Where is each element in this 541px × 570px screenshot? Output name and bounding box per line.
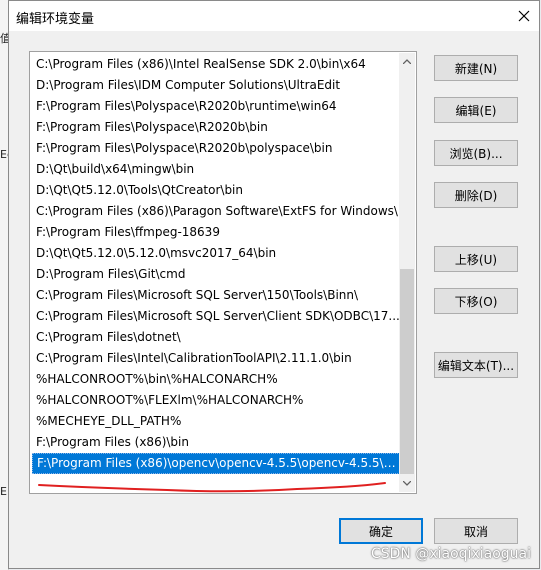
vertical-scrollbar[interactable] [399, 53, 415, 492]
path-listbox[interactable]: C:\Program Files (x86)\Intel RealSense S… [29, 51, 417, 494]
list-item[interactable]: F:\Program Files\Polyspace\R2020b\bin [32, 117, 400, 138]
scroll-down-button[interactable] [399, 475, 415, 492]
list-item[interactable]: C:\Program Files\Intel\CalibrationToolAP… [32, 348, 400, 369]
list-item[interactable]: D:\Program Files\Git\cmd [32, 264, 400, 285]
list-item[interactable]: %HALCONROOT%\FLEXlm\%HALCONARCH% [32, 390, 400, 411]
list-item[interactable]: %HALCONROOT%\bin\%HALCONARCH% [32, 369, 400, 390]
list-item[interactable]: C:\Program Files (x86)\Intel RealSense S… [32, 54, 400, 75]
list-item[interactable]: C:\Program Files (x86)\Paragon Software\… [32, 201, 400, 222]
list-item[interactable]: F:\Program Files\Polyspace\R2020b\runtim… [32, 96, 400, 117]
red-underline-annotation [38, 482, 386, 493]
list-item[interactable]: C:\Program Files\Microsoft SQL Server\15… [32, 285, 400, 306]
list-item-selected[interactable]: F:\Program Files (x86)\opencv\opencv-4.5… [32, 453, 400, 474]
list-item[interactable]: D:\Qt\build\x64\mingw\bin [32, 159, 400, 180]
ok-button[interactable]: 确定 [339, 518, 423, 544]
edit-button[interactable]: 编辑(E) [434, 97, 518, 123]
move-up-button[interactable]: 上移(U) [434, 246, 518, 272]
list-item[interactable]: D:\Qt\Qt5.12.0\5.12.0\msvc2017_64\bin [32, 243, 400, 264]
dialog-title: 编辑环境变量 [16, 12, 95, 27]
background-fragment: E [0, 485, 7, 498]
close-button[interactable] [509, 1, 539, 31]
move-down-button[interactable]: 下移(O) [434, 288, 518, 314]
list-item[interactable]: C:\Program Files\dotnet\ [32, 327, 400, 348]
cancel-button[interactable]: 取消 [434, 518, 518, 544]
chevron-up-icon [403, 59, 411, 64]
list-item[interactable]: D:\Program Files\IDM Computer Solutions\… [32, 75, 400, 96]
delete-button[interactable]: 删除(D) [434, 182, 518, 208]
browse-button[interactable]: 浏览(B)... [434, 140, 518, 166]
edit-env-var-dialog: 编辑环境变量 C:\Program Files (x86)\Intel Real… [8, 0, 540, 569]
scrollbar-thumb[interactable] [400, 269, 414, 474]
title-bar[interactable]: 编辑环境变量 [9, 1, 539, 31]
list-item[interactable]: C:\Program Files\Microsoft SQL Server\Cl… [32, 306, 400, 327]
list-item[interactable]: D:\Qt\Qt5.12.0\Tools\QtCreator\bin [32, 180, 400, 201]
close-icon [518, 10, 530, 22]
list-item[interactable]: %MECHEYE_DLL_PATH% [32, 411, 400, 432]
new-button[interactable]: 新建(N) [434, 55, 518, 81]
list-item[interactable]: F:\Program Files\ffmpeg-18639 [32, 222, 400, 243]
list-item[interactable]: F:\Program Files\Polyspace\R2020b\polysp… [32, 138, 400, 159]
csdn-watermark: CSDN @xiaoqixiaoguai [370, 546, 531, 562]
edit-text-button[interactable]: 编辑文本(T)... [434, 352, 518, 378]
path-list: C:\Program Files (x86)\Intel RealSense S… [32, 54, 400, 491]
scroll-up-button[interactable] [399, 53, 415, 70]
chevron-down-icon [403, 481, 411, 486]
list-item[interactable]: F:\Program Files (x86)\bin [32, 432, 400, 453]
